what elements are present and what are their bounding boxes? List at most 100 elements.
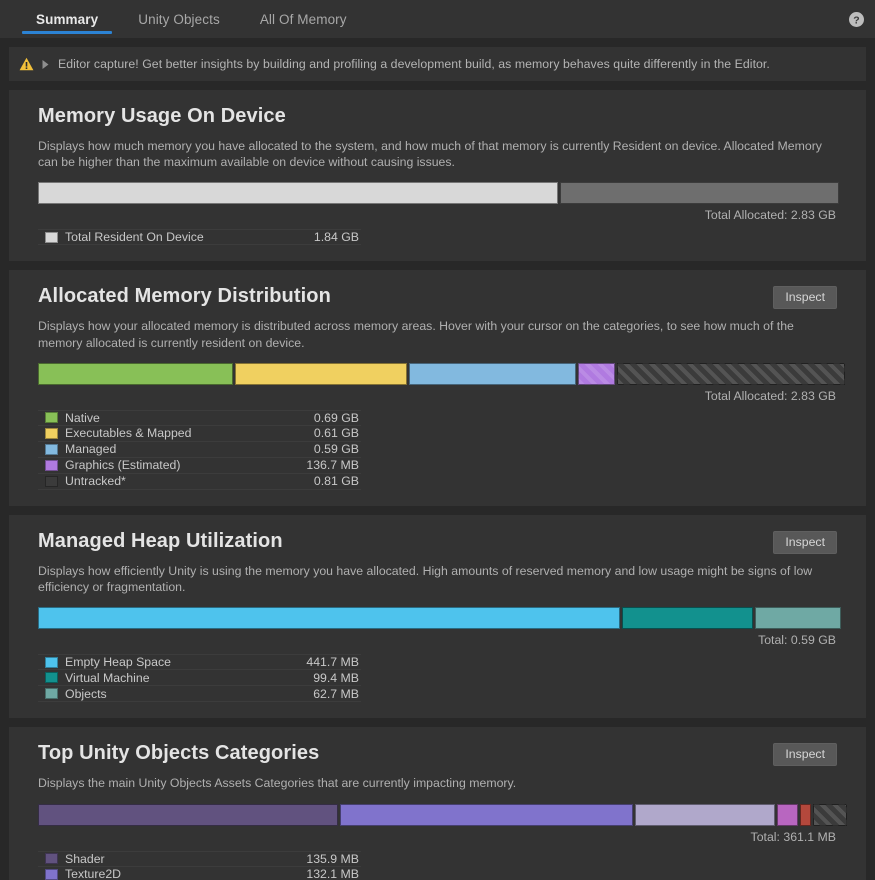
section-description: Displays how efficiently Unity is using … bbox=[38, 563, 813, 595]
legend-color-swatch bbox=[45, 443, 58, 455]
svg-text:?: ? bbox=[853, 14, 859, 26]
memory-bar[interactable] bbox=[38, 803, 847, 826]
bar-segment-computeshader[interactable] bbox=[776, 803, 799, 826]
memory-bar[interactable] bbox=[38, 607, 841, 630]
inspect-button[interactable]: Inspect bbox=[773, 743, 837, 767]
legend-value: 0.81 GB bbox=[313, 474, 359, 489]
warning-triangle-icon bbox=[19, 57, 34, 71]
tab-all-of-memory[interactable]: All Of Memory bbox=[240, 0, 367, 38]
legend-color-swatch bbox=[45, 672, 58, 684]
legend-label: Managed bbox=[65, 442, 117, 457]
legend-label: Empty Heap Space bbox=[65, 655, 171, 670]
bar-segment-font[interactable] bbox=[800, 803, 811, 826]
legend-color-swatch bbox=[45, 868, 58, 880]
bar-segment-managed[interactable] bbox=[408, 362, 576, 385]
legend-color-swatch bbox=[45, 412, 58, 424]
legend-color-swatch bbox=[45, 459, 58, 471]
bar-segment-total-resident-on-device[interactable] bbox=[38, 182, 559, 205]
bar-segment-others[interactable] bbox=[812, 803, 847, 826]
bar-segment-native[interactable] bbox=[38, 362, 233, 385]
tab-bar: Summary Unity Objects All Of Memory ? bbox=[0, 0, 875, 38]
legend-row[interactable]: Untracked* 0.81 GB bbox=[38, 474, 361, 490]
bar-segment-objects[interactable] bbox=[754, 607, 841, 630]
section-header: Memory Usage On Device bbox=[38, 104, 837, 129]
bar-total-label: Total: 0.59 GB bbox=[758, 633, 836, 648]
bar-segment-virtual-machine[interactable] bbox=[621, 607, 753, 630]
bar-segment-graphics-estimated[interactable] bbox=[577, 362, 616, 385]
legend-value: 62.7 MB bbox=[313, 686, 359, 701]
section-title: Managed Heap Utilization bbox=[38, 529, 283, 552]
legend-row[interactable]: Objects 62.7 MB bbox=[38, 686, 361, 703]
legend-value: 132.1 MB bbox=[306, 867, 359, 880]
bar-total-label: Total Allocated: 2.83 GB bbox=[704, 208, 836, 223]
legend-row[interactable]: Shader 135.9 MB bbox=[38, 850, 361, 867]
section-title: Memory Usage On Device bbox=[38, 105, 286, 127]
section-title: Allocated Memory Distribution bbox=[38, 285, 331, 308]
section-allocated-memory-distribution: Allocated Memory Distribution Inspect Disp… bbox=[9, 270, 866, 506]
legend-row[interactable]: Managed 0.59 GB bbox=[38, 442, 361, 458]
legend-color-swatch bbox=[45, 427, 58, 439]
section-managed-heap-utilization: Managed Heap Utilization Inspect Displays … bbox=[9, 514, 866, 719]
editor-capture-banner: Editor capture! Get better insights by b… bbox=[9, 47, 866, 81]
bar-segment-untracked[interactable] bbox=[617, 362, 845, 385]
bar-total-label: Total Allocated: 2.83 GB bbox=[704, 388, 836, 403]
tab-unity-objects[interactable]: Unity Objects bbox=[118, 0, 240, 38]
section-header: Top Unity Objects Categories Inspect bbox=[38, 741, 837, 767]
legend-label: Virtual Machine bbox=[65, 670, 150, 685]
legend-color-swatch bbox=[45, 475, 58, 487]
bar-segment-remaining-allocated[interactable] bbox=[560, 182, 839, 205]
legend-row[interactable]: Texture2D 132.1 MB bbox=[38, 867, 361, 880]
bar-segment-rendertexture[interactable] bbox=[634, 803, 775, 826]
legend-label: Shader bbox=[65, 851, 105, 866]
section-top-unity-objects-categories: Top Unity Objects Categories Inspect Displ… bbox=[9, 727, 866, 880]
memory-bar[interactable] bbox=[38, 182, 839, 205]
legend-row[interactable]: Graphics (Estimated) 136.7 MB bbox=[38, 458, 361, 474]
section-header: Allocated Memory Distribution Inspect bbox=[38, 284, 837, 310]
legend-table: Empty Heap Space 441.7 MB Virtual Machine 9… bbox=[38, 654, 361, 703]
legend-table: Shader135.9 MBTexture2D132.1 MBRenderTex… bbox=[38, 850, 361, 880]
legend-table: Native 0.69 GB Executables & Mapped 0.61 GB… bbox=[38, 409, 361, 490]
legend-row[interactable]: Empty Heap Space 441.7 MB bbox=[38, 654, 361, 671]
section-memory-usage-on-device: Memory Usage On Device Displays how much … bbox=[9, 90, 866, 262]
legend-value: 99.4 MB bbox=[313, 670, 359, 685]
bar-segment-empty-heap-space[interactable] bbox=[38, 607, 620, 630]
bar-segment-shader[interactable] bbox=[38, 803, 339, 826]
sections-container: Memory Usage On Device Displays how much … bbox=[0, 90, 875, 880]
section-description: Displays how your allocated memory is di… bbox=[38, 319, 794, 350]
legend-label: Native bbox=[65, 410, 100, 425]
inspect-button[interactable]: Inspect bbox=[773, 286, 837, 310]
legend-label: Untracked* bbox=[65, 474, 126, 489]
legend-value: 136.7 MB bbox=[306, 458, 359, 473]
help-icon[interactable]: ? bbox=[847, 10, 865, 28]
section-description: Displays the main Unity Objects Assets C… bbox=[38, 776, 517, 791]
legend-value: 0.69 GB bbox=[313, 410, 359, 425]
legend-color-swatch bbox=[45, 853, 58, 865]
bar-total-label: Total: 361.1 MB bbox=[750, 829, 836, 844]
memory-bar[interactable] bbox=[38, 362, 845, 385]
legend-row[interactable]: Executables & Mapped 0.61 GB bbox=[38, 426, 361, 442]
legend-label: Texture2D bbox=[65, 867, 122, 880]
legend-label: Total Resident On Device bbox=[65, 230, 204, 245]
memory-profiler-window: Summary Unity Objects All Of Memory ? Edit… bbox=[0, 0, 875, 880]
bar-segment-executables-mapped[interactable] bbox=[234, 362, 407, 385]
legend-label: Executables & Mapped bbox=[65, 426, 192, 441]
legend-value: 0.59 GB bbox=[313, 442, 359, 457]
inspect-button[interactable]: Inspect bbox=[773, 530, 837, 554]
legend-label: Objects bbox=[65, 686, 107, 701]
legend-color-swatch bbox=[45, 656, 58, 668]
triangle-right-icon[interactable] bbox=[41, 58, 51, 70]
legend-label: Graphics (Estimated) bbox=[65, 458, 181, 473]
legend-row[interactable]: Native 0.69 GB bbox=[38, 409, 361, 426]
legend-value: 135.9 MB bbox=[306, 851, 359, 866]
bar-segment-texture2d[interactable] bbox=[340, 803, 633, 826]
legend-row[interactable]: Total Resident On Device 1.84 GB bbox=[38, 229, 361, 246]
section-description: Displays how much memory you have alloca… bbox=[38, 139, 822, 170]
tab-summary[interactable]: Summary bbox=[16, 0, 118, 38]
legend-value: 1.84 GB bbox=[313, 230, 359, 245]
section-title: Top Unity Objects Categories bbox=[38, 742, 320, 765]
legend-row[interactable]: Virtual Machine 99.4 MB bbox=[38, 670, 361, 687]
legend-value: 441.7 MB bbox=[306, 655, 359, 670]
banner-message: Editor capture! Get better insights by b… bbox=[58, 57, 770, 71]
section-header: Managed Heap Utilization Inspect bbox=[38, 529, 837, 554]
legend-table: Total Resident On Device 1.84 GB bbox=[38, 229, 361, 246]
